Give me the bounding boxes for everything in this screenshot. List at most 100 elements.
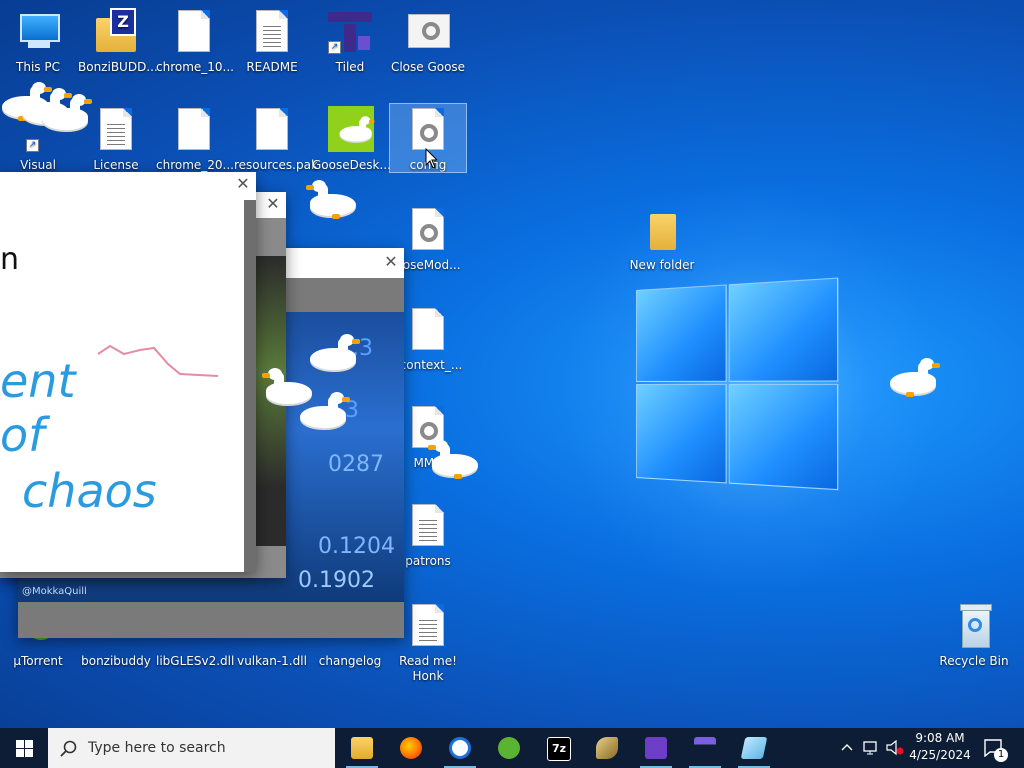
icon-label: GooseDesk... [312, 158, 391, 172]
meme-number: 0.1902 [298, 568, 375, 593]
desktop-icon-resources-pak[interactable]: resources.pak [234, 106, 318, 173]
icon-label: bonzibuddy [81, 654, 151, 668]
icon-label: Close Goose [390, 60, 466, 74]
icon-label: Read me! Honk [399, 654, 457, 683]
desktop-icon-new-folder[interactable]: New folder [624, 206, 700, 273]
icon-label: Tiled [335, 60, 365, 74]
middle-window-close-icon[interactable]: ✕ [264, 194, 282, 213]
taskbar-notes-app[interactable] [730, 728, 778, 768]
taskbar-file-explorer[interactable] [338, 728, 386, 768]
meme-number: 0287 [328, 452, 384, 477]
goose-sprite [310, 334, 360, 372]
desktop-icon-recycle-bin[interactable]: Recycle Bin [936, 602, 1012, 669]
icon-label: µTorrent [13, 654, 63, 668]
desktop-icon-bonzibuddy-zip[interactable]: Z BonziBUDD... [78, 8, 158, 75]
text-file-icon [404, 502, 452, 550]
visual-studio-icon [645, 737, 667, 759]
icon-label: resources.pak [234, 158, 318, 172]
search-placeholder: Type here to search [88, 740, 226, 756]
text-file-icon [404, 602, 452, 650]
note-window-close-icon[interactable]: ✕ [234, 174, 252, 193]
recycle-bin-icon [950, 602, 998, 650]
desktop-icon-close-goose[interactable]: Close Goose [390, 8, 466, 75]
taskbar-paint-app[interactable] [583, 728, 631, 768]
taskbar-visual-studio[interactable] [632, 728, 680, 768]
taskbar: Type here to search 7z 9:08 AM 4/25/2024… [0, 728, 1024, 768]
taskbar-utorrent[interactable] [485, 728, 533, 768]
meme-window-close-icon[interactable]: ✕ [382, 252, 400, 271]
folder-icon [351, 737, 373, 759]
icon-label: chrome_20... [156, 158, 234, 172]
icon-label: changelog [318, 654, 382, 668]
file-icon [170, 8, 218, 56]
desktop-icon-chrome-10[interactable]: chrome_10... [156, 8, 234, 75]
network-tray-button[interactable] [860, 728, 882, 768]
notification-count-badge: 1 [994, 748, 1008, 762]
tiled-app-icon [694, 737, 716, 759]
file-icon [404, 306, 452, 354]
goose-sprite [428, 440, 478, 479]
meme-watermark: @MokkaQuill [22, 586, 87, 597]
computer-icon [14, 8, 62, 56]
windows-logo-wallpaper [636, 277, 839, 493]
taskbar-search-input[interactable]: Type here to search [48, 728, 335, 768]
pink-scribble [97, 344, 219, 377]
taskbar-clock[interactable]: 9:08 AM 4/25/2024 [905, 730, 975, 764]
note-text-top: n [0, 242, 20, 277]
icon-label: BonziBUDD... [78, 60, 158, 74]
taskbar-firefox[interactable] [387, 728, 435, 768]
icon-label: vulkan-1.dll [237, 654, 307, 668]
volume-muted-icon [886, 740, 904, 756]
icon-label: This PC [16, 60, 60, 74]
firefox-icon [400, 737, 422, 759]
goose-app-icon [326, 106, 375, 154]
mouse-cursor-icon [425, 148, 439, 169]
config-file-icon [404, 206, 452, 254]
brush-icon [596, 737, 618, 759]
network-icon [863, 741, 877, 755]
file-icon [248, 106, 296, 154]
notes-icon [740, 737, 768, 759]
icon-label: libGLESv2.dll [156, 654, 235, 668]
folder-icon [638, 206, 686, 254]
desktop-icon-readme[interactable]: README [234, 8, 310, 75]
note-text-line: ent [0, 354, 76, 408]
note-window-scroll-edge [244, 200, 256, 572]
icon-label: Recycle Bin [939, 654, 1009, 668]
icon-label: License [93, 158, 139, 172]
meme-number: 0.1204 [318, 534, 395, 559]
desktop-icon-this-pc[interactable]: This PC [0, 8, 76, 75]
file-icon [170, 106, 218, 154]
chrome-icon [449, 737, 471, 759]
action-center-button[interactable]: 1 [978, 728, 1018, 768]
clock-time: 9:08 AM [915, 731, 965, 745]
taskbar-chrome[interactable] [436, 728, 484, 768]
volume-tray-button[interactable] [884, 728, 906, 768]
taskbar-tiled[interactable] [681, 728, 729, 768]
taskbar-7zip[interactable]: 7z [534, 728, 582, 768]
note-text-line: chaos [22, 464, 157, 518]
note-window[interactable]: ✕ n ent of chaos [0, 172, 256, 572]
settings-file-icon [404, 8, 452, 56]
start-button[interactable] [0, 728, 48, 768]
note-text-line: of [0, 408, 45, 462]
goose-sprite [42, 94, 92, 132]
desktop-icon-goosedesktop[interactable]: GooseDesk... [312, 106, 391, 173]
goose-sprite [306, 180, 356, 219]
icon-label: README [246, 60, 298, 74]
goose-sprite [300, 392, 350, 430]
chevron-up-icon [841, 744, 853, 751]
icon-label: New folder [629, 258, 695, 272]
zip-folder-icon: Z [92, 8, 140, 56]
7zip-icon: 7z [547, 737, 571, 761]
utorrent-icon [498, 737, 520, 759]
desktop-icon-tiled[interactable]: ↗ Tiled [312, 8, 388, 75]
tiled-app-icon: ↗ [326, 8, 374, 56]
text-file-icon [92, 106, 140, 154]
show-hidden-icons-button[interactable] [836, 728, 856, 768]
goose-sprite [890, 358, 940, 397]
icon-label: chrome_10... [156, 60, 234, 74]
desktop-icon-chrome-20[interactable]: chrome_20... [156, 106, 234, 173]
search-icon [60, 740, 77, 757]
windows-start-icon [16, 740, 33, 757]
